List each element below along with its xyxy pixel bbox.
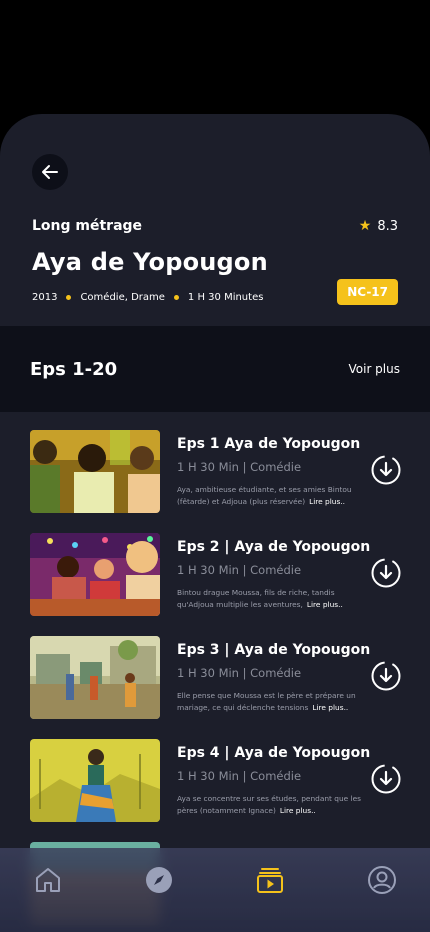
page-title: Aya de Yopougon — [32, 248, 268, 276]
download-icon[interactable] — [370, 660, 402, 692]
episode-item[interactable]: Eps 4 | Aya de Yopougon 1 H 30 Min | Com… — [0, 739, 430, 842]
year: 2013 — [32, 292, 58, 303]
episode-subtitle: 1 H 30 Min | Comédie — [177, 769, 302, 783]
episode-title: Eps 2 | Aya de Yopougon — [177, 539, 371, 555]
episodes-header: Eps 1-20 Voir plus — [0, 326, 430, 412]
duration: 1 H 30 Minutes — [187, 292, 264, 303]
read-more-link[interactable]: Lire plus.. — [280, 806, 316, 815]
episode-thumbnail — [30, 739, 160, 822]
episode-thumbnail — [30, 533, 160, 616]
see-more-link[interactable]: Voir plus — [348, 362, 400, 376]
episode-subtitle: 1 H 30 Min | Comédie — [177, 460, 302, 474]
episode-title: Eps 4 | Aya de Yopougon — [177, 745, 371, 761]
read-more-link[interactable]: Lire plus.. — [309, 497, 345, 506]
home-icon[interactable] — [33, 865, 63, 895]
download-icon[interactable] — [370, 763, 402, 795]
episode-item[interactable]: Eps 2 | Aya de Yopougon 1 H 30 Min | Com… — [0, 533, 430, 636]
back-button[interactable] — [32, 154, 68, 190]
episode-description: Elle pense que Moussa est le père et pré… — [177, 690, 367, 714]
download-icon[interactable] — [370, 557, 402, 589]
episode-item[interactable]: Eps 3 | Aya de Yopougon 1 H 30 Min | Com… — [0, 636, 430, 739]
movie-meta: 2013 Comédie, Drame 1 H 30 Minutes — [32, 292, 263, 303]
episode-description: Aya, ambitieuse étudiante, et ses amies … — [177, 484, 367, 508]
star-icon: ★ — [358, 218, 372, 234]
read-more-link[interactable]: Lire plus.. — [312, 703, 348, 712]
compass-icon[interactable] — [144, 865, 174, 895]
age-rating-badge: NC-17 — [337, 279, 398, 305]
episodes-section-title: Eps 1-20 — [30, 358, 118, 380]
rating-value: 8.3 — [377, 218, 398, 234]
profile-icon[interactable] — [367, 865, 397, 895]
episode-description-text: Aya se concentre sur ses études, pendant… — [177, 794, 362, 815]
bottom-navigation — [0, 848, 430, 932]
episode-thumbnail — [30, 430, 160, 513]
episode-title: Eps 1 Aya de Yopougon — [177, 436, 361, 452]
detail-screen: Long métrage ★ 8.3 Aya de Yopougon 2013 … — [0, 114, 430, 932]
content-type-label: Long métrage — [32, 218, 143, 234]
dot-separator — [173, 295, 179, 300]
genres: Comédie, Drame — [80, 292, 165, 303]
read-more-link[interactable]: Lire plus.. — [307, 600, 343, 609]
arrow-left-icon — [42, 165, 58, 179]
play-library-icon[interactable] — [255, 865, 285, 895]
dot-separator — [66, 295, 72, 300]
download-icon[interactable] — [370, 454, 402, 486]
episode-description: Aya se concentre sur ses études, pendant… — [177, 793, 367, 817]
rating: ★ 8.3 — [359, 218, 398, 234]
episode-subtitle: 1 H 30 Min | Comédie — [177, 666, 302, 680]
episode-title: Eps 3 | Aya de Yopougon — [177, 642, 371, 658]
episode-item[interactable]: Eps 1 Aya de Yopougon 1 H 30 Min | Coméd… — [0, 430, 430, 533]
episode-description: Bintou drague Moussa, fils de riche, tan… — [177, 587, 367, 611]
episode-thumbnail — [30, 636, 160, 719]
episode-subtitle: 1 H 30 Min | Comédie — [177, 563, 302, 577]
